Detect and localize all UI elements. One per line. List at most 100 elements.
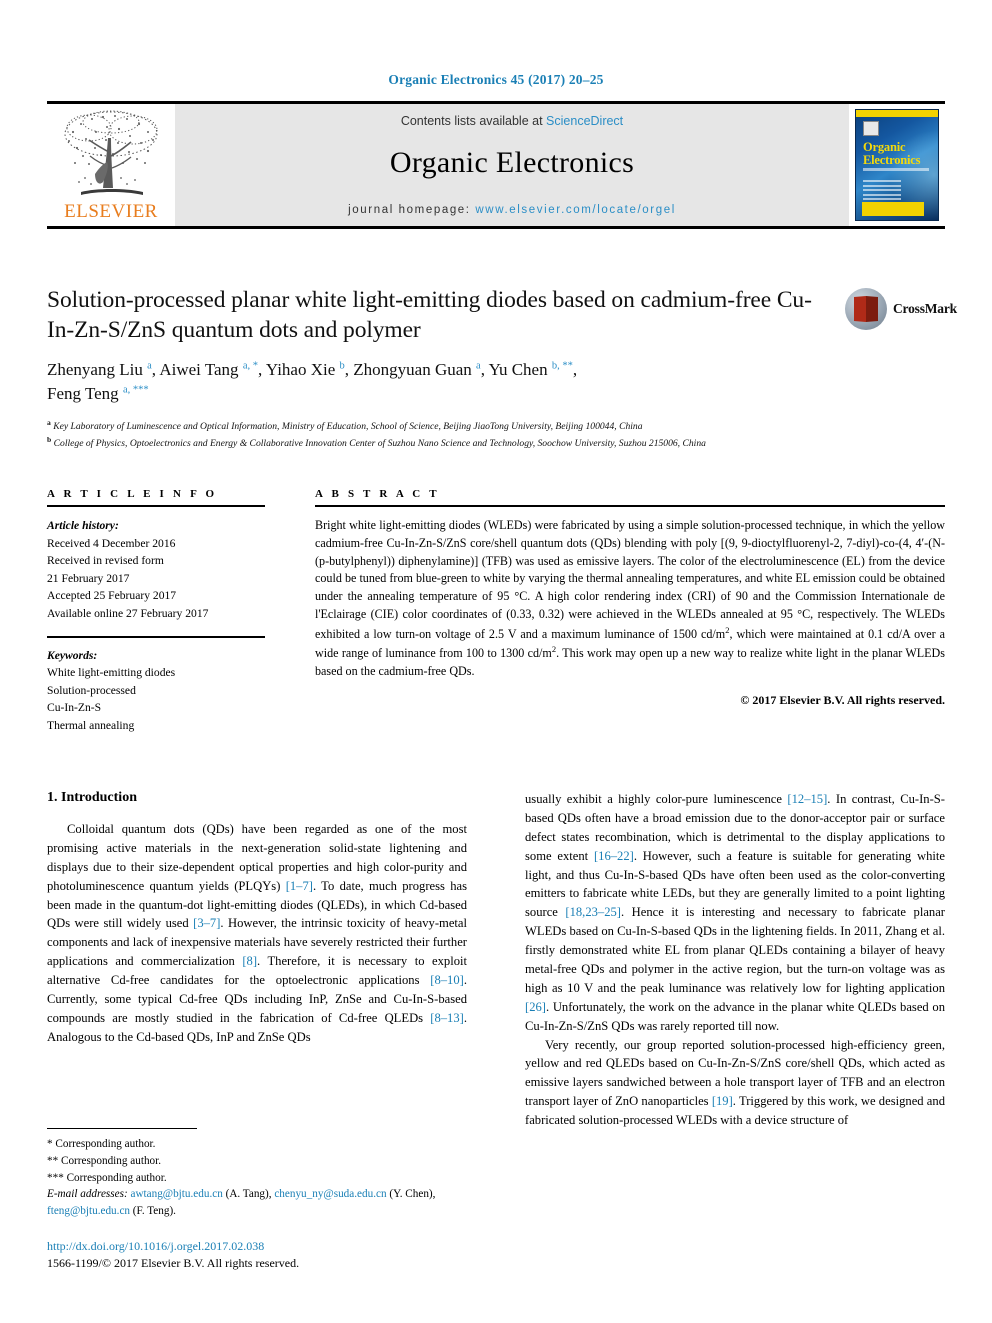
article-history-item: 21 February 2017 xyxy=(47,571,130,585)
author-affil-marker: a, * xyxy=(242,360,258,372)
corresponding-author-note-3: *** Corresponding author. xyxy=(47,1171,167,1184)
author-affil-marker: b, ** xyxy=(551,360,573,372)
journal-cover-image: Organic Electronics xyxy=(855,109,939,221)
journal-title: Organic Electronics xyxy=(389,146,635,179)
abstract-text: Bright white light-emitting diodes (WLED… xyxy=(315,517,945,681)
title-block: Solution-processed planar white light-em… xyxy=(47,285,837,451)
intro-paragraph-right-2: Very recently, our group reported soluti… xyxy=(525,1036,945,1130)
article-info-body: Article history: Received 4 December 201… xyxy=(47,517,265,735)
cover-title-line2: Electronics xyxy=(863,153,921,167)
journal-homepage-line: journal homepage: www.elsevier.com/locat… xyxy=(175,204,849,216)
intro-paragraph-right-1: usually exhibit a highly color-pure lumi… xyxy=(525,790,945,1036)
citation-ref[interactable]: [26] xyxy=(525,1000,546,1014)
column-gap xyxy=(265,517,315,735)
cover-editor-lines xyxy=(863,180,901,203)
corresponding-author-note-2: ** Corresponding author. xyxy=(47,1154,162,1167)
citation-ref[interactable]: [18,23–25] xyxy=(565,905,621,919)
doi-block: http://dx.doi.org/10.1016/j.orgel.2017.0… xyxy=(47,1238,547,1273)
intro-paragraph-left: Colloidal quantum dots (QDs) have been r… xyxy=(47,820,467,1047)
corresponding-author-note-1: * Corresponding author. xyxy=(47,1138,156,1150)
citation-ref[interactable]: [8] xyxy=(242,954,257,968)
article-history-item: Accepted 25 February 2017 xyxy=(47,589,177,603)
body-columns: 1. Introduction Colloidal quantum dots (… xyxy=(47,790,945,1130)
author-zhongyuan-guan: , Zhongyuan Guan xyxy=(344,360,477,380)
footnotes-block: * Corresponding author. ** Corresponding… xyxy=(47,1128,467,1220)
crossmark-label: CrossMark xyxy=(893,301,957,316)
doi-link[interactable]: http://dx.doi.org/10.1016/j.orgel.2017.0… xyxy=(47,1238,547,1255)
crossmark-logo[interactable]: CrossMark xyxy=(845,288,957,338)
affiliation-a-text: Key Laboratory of Luminescence and Optic… xyxy=(53,421,643,433)
page-title: Solution-processed planar white light-em… xyxy=(47,287,812,344)
citation-ref[interactable]: [8–13] xyxy=(430,1011,464,1025)
keywords-rule xyxy=(47,635,265,638)
citation-ref[interactable]: [12–15] xyxy=(787,792,827,806)
email-owner-1: (A. Tang), xyxy=(225,1188,272,1201)
intro-text: usually exhibit a highly color-pure lumi… xyxy=(525,792,788,806)
author-affil-marker: a, *** xyxy=(122,383,149,395)
citation-ref[interactable]: [1–7] xyxy=(286,879,313,893)
abstract-part-1: Bright white light-emitting diodes (WLED… xyxy=(315,518,945,641)
cover-top-bar xyxy=(856,110,938,117)
affiliation-b-text: College of Physics, Optoelectronics and … xyxy=(53,438,706,450)
citation-ref[interactable]: [19] xyxy=(712,1094,733,1108)
affiliation-list: a Key Laboratory of Luminescence and Opt… xyxy=(47,417,837,451)
journal-masthead: ELSEVIER Contents lists available at Sci… xyxy=(47,101,945,229)
abstract-copyright: © 2017 Elsevier B.V. All rights reserved… xyxy=(740,692,945,707)
cover-title-line1: Organic xyxy=(863,140,906,154)
contents-prefix: Contents lists available at xyxy=(400,114,543,128)
info-abstract-section: A R T I C L E I N F O A B S T R A C T Ar… xyxy=(47,488,945,735)
left-column: 1. Introduction Colloidal quantum dots (… xyxy=(47,790,467,1130)
crossmark-circle-icon xyxy=(845,288,887,330)
citation-ref[interactable]: [3–7] xyxy=(193,916,220,930)
article-history-item: Available online 27 February 2017 xyxy=(47,607,209,621)
abstract-body: Bright white light-emitting diodes (WLED… xyxy=(315,517,945,735)
journal-cover-thumbnail: Organic Electronics xyxy=(849,104,945,226)
masthead-center: Contents lists available at ScienceDirec… xyxy=(175,104,849,226)
elsevier-logo: ELSEVIER xyxy=(47,104,175,226)
cover-publisher-badge-icon xyxy=(863,121,879,136)
article-history-label: Article history: xyxy=(47,519,119,532)
email-link-chenyu[interactable]: chenyu_ny@suda.edu.cn xyxy=(274,1188,386,1200)
citation-ref[interactable]: [16–22] xyxy=(594,849,634,863)
column-spacer xyxy=(265,505,315,507)
article-history-item: Received 4 December 2016 xyxy=(47,536,176,550)
homepage-prefix: journal homepage: xyxy=(348,204,471,216)
footnote-rule xyxy=(47,1128,197,1129)
article-history-item: Received in revised form xyxy=(47,554,164,568)
email-addresses-line: E-mail addresses: awtang@bjtu.edu.cn (A.… xyxy=(47,1186,467,1220)
sciencedirect-link[interactable]: ScienceDirect xyxy=(546,114,623,128)
contents-available-line: Contents lists available at ScienceDirec… xyxy=(175,114,849,128)
article-page: Organic Electronics 45 (2017) 20–25 ELSE… xyxy=(0,0,992,1323)
intro-text: . Unfortunately, the work on the advance… xyxy=(525,999,945,1033)
article-info-rule xyxy=(47,505,265,507)
citation-ref[interactable]: [8–10] xyxy=(430,973,464,987)
issn-copyright-line: 1566-1199/© 2017 Elsevier B.V. All right… xyxy=(47,1256,300,1271)
author-zhenyang-liu: Zhenyang Liu xyxy=(47,360,148,380)
author-yihao-xie: , Yihao Xie xyxy=(257,360,340,380)
email-link-fteng[interactable]: fteng@bjtu.edu.cn xyxy=(47,1205,130,1217)
email-label: E-mail addresses: xyxy=(47,1188,128,1201)
author-separator: , xyxy=(572,360,578,380)
cover-subtitle-rule xyxy=(863,168,929,171)
keyword-item: Thermal annealing xyxy=(47,719,135,733)
author-aiwei-tang: , Aiwei Tang xyxy=(151,360,243,380)
abstract-rule xyxy=(315,505,945,507)
affiliation-a: a Key Laboratory of Luminescence and Opt… xyxy=(47,417,837,434)
homepage-url-link[interactable]: www.elsevier.com/locate/orgel xyxy=(475,204,675,216)
elsevier-wordmark: ELSEVIER xyxy=(64,201,158,222)
cover-footer-bar xyxy=(862,202,924,216)
author-yu-chen: , Yu Chen xyxy=(480,360,552,380)
keywords-label: Keywords: xyxy=(47,648,98,662)
section-heading-introduction: 1. Introduction xyxy=(47,790,137,805)
columns-gutter xyxy=(467,790,525,1130)
crossmark-book-icon xyxy=(854,296,878,322)
email-owner-2: (Y. Chen), xyxy=(389,1188,436,1201)
affiliation-marker-a: a xyxy=(47,418,51,428)
right-column: usually exhibit a highly color-pure lumi… xyxy=(525,790,945,1130)
keyword-item: Cu-In-Zn-S xyxy=(47,701,102,715)
affiliation-marker-b: b xyxy=(47,435,52,445)
elsevier-tree-icon xyxy=(64,110,158,195)
author-feng-teng: Feng Teng xyxy=(47,383,123,403)
author-list: Zhenyang Liu a, Aiwei Tang a, *, Yihao X… xyxy=(47,358,837,405)
email-link-awtang[interactable]: awtang@bjtu.edu.cn xyxy=(130,1188,222,1200)
